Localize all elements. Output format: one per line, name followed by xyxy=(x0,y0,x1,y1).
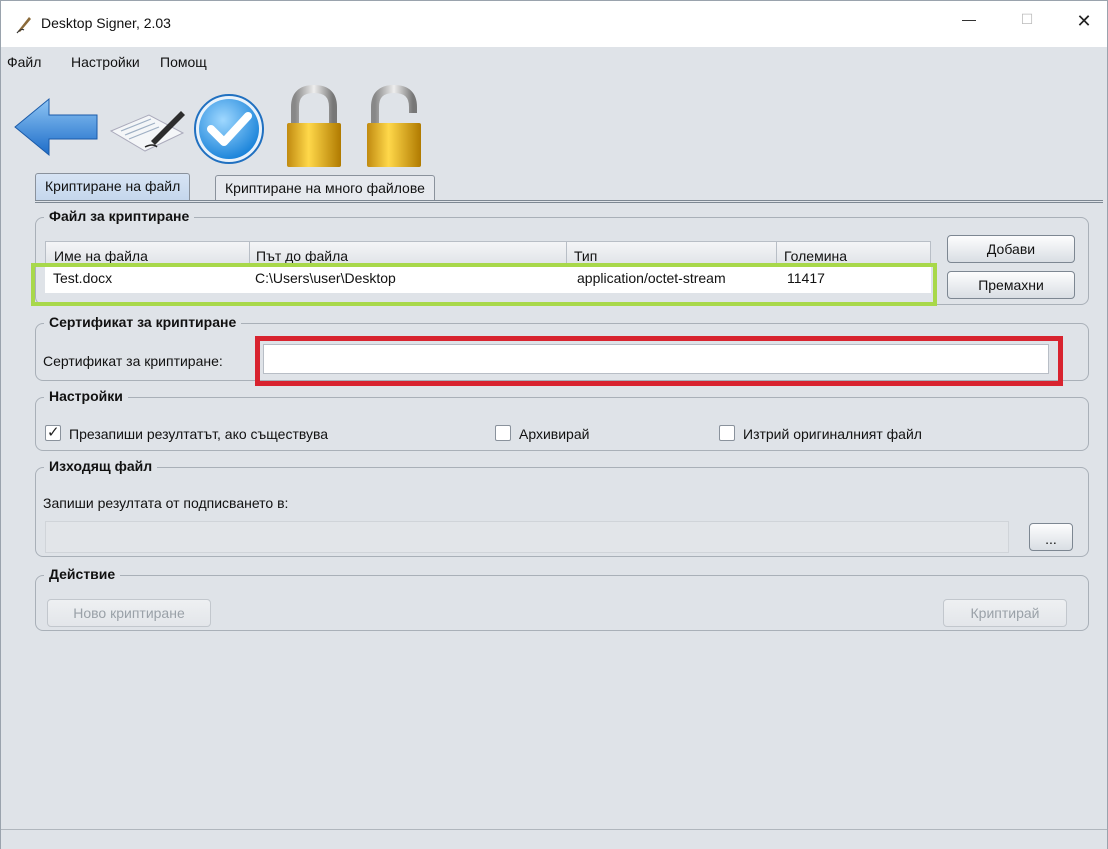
output-group-title: Изходящ файл xyxy=(44,458,158,474)
new-encryption-button[interactable]: Ново криптиране xyxy=(47,599,211,627)
archive-checkbox[interactable] xyxy=(495,425,511,441)
close-button[interactable]: ✕ xyxy=(1069,11,1099,37)
lock-closed-icon[interactable] xyxy=(279,85,349,169)
tab-bar: Криптиране на файл Криптиране на много ф… xyxy=(35,173,1103,201)
sign-document-icon[interactable] xyxy=(101,85,191,169)
overwrite-label[interactable]: Презапиши резултатът, ако съществува xyxy=(69,426,328,442)
file-group-title: Файл за криптиране xyxy=(44,208,195,224)
remove-button[interactable]: Премахни xyxy=(947,271,1075,299)
overwrite-checkbox[interactable]: ✓ xyxy=(45,424,61,441)
menu-help[interactable]: Помощ xyxy=(160,54,207,70)
column-header-type[interactable]: Тип xyxy=(574,248,597,264)
tab-underline xyxy=(35,200,1103,203)
action-group-title: Действие xyxy=(44,566,121,582)
cert-group-title: Сертификат за криптиране xyxy=(44,314,242,330)
lock-open-icon[interactable] xyxy=(357,85,437,169)
window-title: Desktop Signer, 2.03 xyxy=(41,15,171,31)
menu-bar: Файл Настройки Помощ xyxy=(1,51,1107,75)
output-path-field[interactable] xyxy=(45,521,1009,553)
column-header-path[interactable]: Път до файла xyxy=(256,248,348,264)
settings-group-title: Настройки xyxy=(44,388,128,404)
column-header-size[interactable]: Големина xyxy=(784,248,847,264)
delete-original-checkbox[interactable] xyxy=(719,425,735,441)
output-field-label: Запиши резултата от подписването в: xyxy=(43,495,289,511)
pen-icon xyxy=(16,17,31,34)
settings-group: Настройки xyxy=(35,388,1089,451)
maximize-button[interactable]: ☐ xyxy=(1012,11,1042,37)
toolbar xyxy=(1,79,1107,169)
title-bar: Desktop Signer, 2.03 — ☐ ✕ xyxy=(1,1,1107,47)
back-arrow-icon[interactable] xyxy=(11,85,101,169)
archive-label[interactable]: Архивирай xyxy=(519,426,589,442)
app-window: Desktop Signer, 2.03 — ☐ ✕ Файл Настройк… xyxy=(0,0,1108,849)
file-table-header: Име на файла Път до файла Тип Големина xyxy=(45,241,931,265)
menu-file[interactable]: Файл xyxy=(7,54,41,70)
encrypt-button[interactable]: Криптирай xyxy=(943,599,1067,627)
minimize-button[interactable]: — xyxy=(954,11,984,37)
menu-settings[interactable]: Настройки xyxy=(71,54,140,70)
checkmark-icon: ✓ xyxy=(47,424,60,441)
cert-highlight-box xyxy=(255,336,1063,386)
browse-button[interactable]: ... xyxy=(1029,523,1073,551)
tab-encrypt-file[interactable]: Криптиране на файл xyxy=(35,173,191,201)
cert-field-label: Сертификат за криптиране: xyxy=(43,353,223,369)
column-header-name[interactable]: Име на файла xyxy=(54,248,148,264)
status-bar xyxy=(1,829,1107,849)
verify-checkmark-icon[interactable] xyxy=(189,85,269,169)
delete-original-label[interactable]: Изтрий оригиналният файл xyxy=(743,426,922,442)
tab-encrypt-many-files[interactable]: Криптиране на много файлове xyxy=(215,175,435,201)
table-highlight-box xyxy=(31,263,937,306)
add-button[interactable]: Добави xyxy=(947,235,1075,263)
